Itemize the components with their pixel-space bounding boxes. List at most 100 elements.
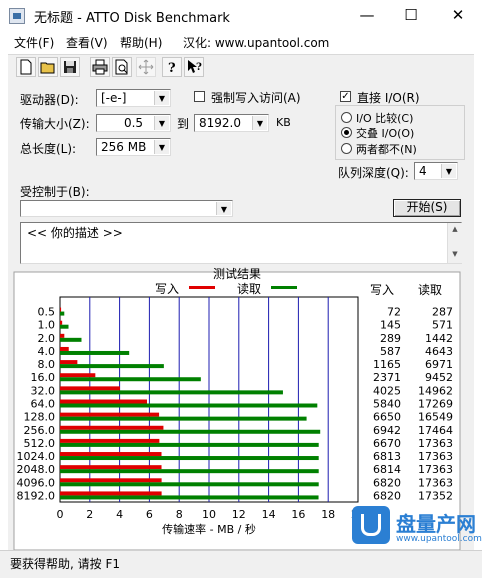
write-value-label: 289 bbox=[380, 332, 401, 345]
app-icon bbox=[9, 8, 25, 24]
minimize-button[interactable]: — bbox=[344, 0, 390, 31]
menu-file[interactable]: 文件(F) bbox=[14, 34, 54, 51]
write-bar bbox=[60, 373, 96, 378]
x-tick-label: 4 bbox=[116, 508, 123, 521]
x-tick-label: 0 bbox=[57, 508, 64, 521]
queue-depth-label: 队列深度(Q): bbox=[338, 166, 409, 180]
help-icon[interactable]: ? bbox=[162, 57, 182, 77]
total-length-select[interactable]: 256 MB ▼ bbox=[96, 138, 171, 156]
read-bar bbox=[60, 350, 130, 355]
maximize-button[interactable]: ☐ bbox=[388, 0, 434, 31]
save-icon[interactable] bbox=[60, 57, 80, 77]
watermark-logo-icon bbox=[352, 506, 390, 544]
read-bar bbox=[60, 364, 164, 369]
read-bar bbox=[60, 337, 82, 342]
read-value-label: 17363 bbox=[418, 476, 453, 489]
total-length-value: 256 MB bbox=[101, 140, 147, 154]
write-value-label: 72 bbox=[387, 306, 401, 319]
queue-depth-value: 4 bbox=[419, 164, 427, 178]
transfer-from-value: 0.5 bbox=[123, 116, 144, 130]
read-value-label: 17363 bbox=[418, 437, 453, 450]
category-label: 4096.0 bbox=[17, 476, 56, 489]
category-label: 512.0 bbox=[24, 437, 56, 450]
transfer-to-select[interactable]: 8192.0 ▼ bbox=[194, 114, 269, 132]
read-value-label: 6971 bbox=[425, 358, 453, 371]
write-value-label: 145 bbox=[380, 319, 401, 332]
move-icon[interactable] bbox=[136, 57, 156, 77]
read-value-label: 17363 bbox=[418, 463, 453, 476]
write-bar bbox=[60, 478, 162, 483]
window-title: 无标题 - ATTO Disk Benchmark bbox=[34, 11, 230, 26]
category-label: 8192.0 bbox=[17, 489, 56, 502]
description-textarea[interactable]: << 你的描述 >> bbox=[20, 222, 462, 264]
menu-view[interactable]: 查看(V) bbox=[66, 34, 108, 51]
write-value-label: 2371 bbox=[373, 371, 401, 384]
category-label: 32.0 bbox=[31, 384, 56, 397]
category-label: 128.0 bbox=[24, 411, 56, 424]
write-value-label: 1165 bbox=[373, 358, 401, 371]
write-value-label: 6814 bbox=[373, 463, 401, 476]
chevron-down-icon: ▼ bbox=[154, 140, 169, 154]
print-preview-icon[interactable] bbox=[112, 57, 132, 77]
controlled-by-label: 受控制于(B): bbox=[20, 185, 90, 199]
open-icon[interactable] bbox=[38, 57, 58, 77]
menu-help[interactable]: 帮助(H) bbox=[120, 34, 162, 51]
x-tick-label: 8 bbox=[176, 508, 183, 521]
x-tick-label: 14 bbox=[262, 508, 276, 521]
read-value-label: 16549 bbox=[418, 411, 453, 424]
controlled-by-select[interactable]: ▼ bbox=[20, 200, 233, 217]
legend-write-label: 写入 bbox=[155, 282, 179, 296]
total-length-label: 总长度(L): bbox=[20, 142, 77, 156]
write-value-label: 587 bbox=[380, 345, 401, 358]
read-bar bbox=[60, 442, 319, 447]
svg-text:?: ? bbox=[196, 62, 202, 73]
write-bar bbox=[60, 438, 160, 443]
write-bar bbox=[60, 307, 62, 312]
read-value-label: 287 bbox=[432, 306, 453, 319]
category-label: 2048.0 bbox=[17, 463, 56, 476]
chevron-down-icon: ▼ bbox=[441, 164, 456, 178]
watermark-brand: 盘量产网 bbox=[396, 512, 476, 536]
legend-write-swatch bbox=[189, 286, 215, 289]
read-value-label: 17464 bbox=[418, 424, 453, 437]
write-bar bbox=[60, 399, 148, 404]
print-icon[interactable] bbox=[90, 57, 110, 77]
write-value-label: 6650 bbox=[373, 411, 401, 424]
transfer-from-select[interactable]: 0.5 ▼ bbox=[96, 114, 171, 132]
write-value-label: 6820 bbox=[373, 489, 401, 502]
x-tick-label: 12 bbox=[232, 508, 246, 521]
transfer-to-word: 到 bbox=[177, 117, 190, 131]
close-button[interactable]: ✕ bbox=[435, 0, 481, 31]
direct-io-checkbox[interactable]: ✓ bbox=[340, 91, 351, 102]
context-help-icon[interactable]: ? bbox=[184, 57, 204, 77]
read-bar bbox=[60, 482, 319, 487]
new-icon[interactable] bbox=[16, 57, 36, 77]
read-value-label: 1442 bbox=[425, 332, 453, 345]
write-bar bbox=[60, 320, 63, 325]
force-write-checkbox[interactable] bbox=[194, 91, 205, 102]
write-value-label: 6670 bbox=[373, 437, 401, 450]
queue-depth-select[interactable]: 4 ▼ bbox=[414, 162, 458, 180]
write-value-label: 4025 bbox=[373, 384, 401, 397]
write-bar bbox=[60, 333, 65, 338]
read-bar bbox=[60, 324, 69, 329]
io-overlap-radio[interactable] bbox=[341, 127, 352, 138]
start-button[interactable]: 开始(S) bbox=[393, 199, 461, 217]
read-bar bbox=[60, 469, 319, 474]
read-value-label: 17269 bbox=[418, 398, 453, 411]
read-value-label: 571 bbox=[432, 319, 453, 332]
description-scrollbar[interactable]: ▲ ▼ bbox=[447, 223, 462, 263]
drive-select[interactable]: [-e-] ▼ bbox=[96, 89, 171, 107]
io-compare-radio[interactable] bbox=[341, 112, 352, 123]
write-bar bbox=[60, 386, 120, 391]
read-bar bbox=[60, 456, 319, 461]
io-neither-radio[interactable] bbox=[341, 143, 352, 154]
write-bar bbox=[60, 412, 160, 417]
chevron-down-icon: ▼ bbox=[216, 202, 231, 215]
menu-localization[interactable]: 汉化: www.upantool.com bbox=[183, 34, 329, 51]
write-bar bbox=[60, 452, 162, 457]
x-tick-label: 18 bbox=[321, 508, 335, 521]
x-tick-label: 6 bbox=[146, 508, 153, 521]
write-value-label: 5840 bbox=[373, 398, 401, 411]
chevron-down-icon: ▼ bbox=[252, 116, 267, 130]
